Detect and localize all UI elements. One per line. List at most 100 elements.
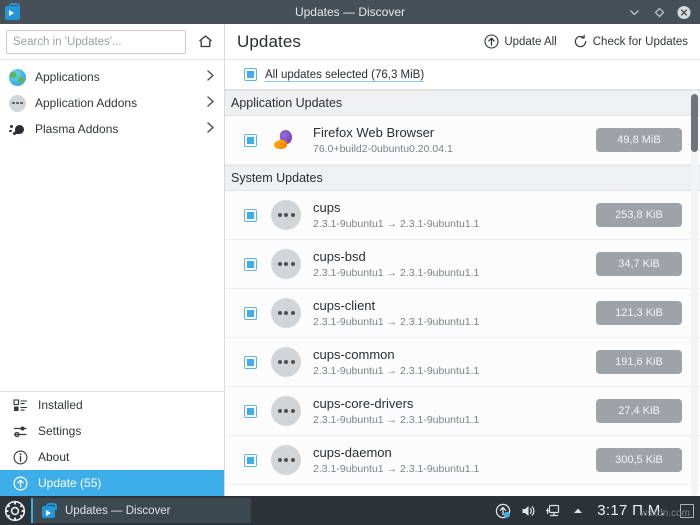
select-all-bar: All updates selected (76,3 MiB)	[225, 60, 700, 90]
updates-scroll-area[interactable]: Application Updates Firefox Web Browser …	[225, 90, 700, 496]
row-title: cups	[313, 199, 341, 215]
sidebar-item-settings[interactable]: Settings	[0, 418, 224, 444]
sidebar-item-label: Installed	[38, 398, 83, 412]
minimize-button[interactable]	[627, 5, 641, 19]
status-badge: 300,5 KiB	[596, 448, 682, 472]
status-badge: 27,4 KiB	[596, 399, 682, 423]
sidebar-item-label: About	[38, 450, 70, 464]
show-hidden-arrow-icon[interactable]	[570, 503, 586, 519]
select-all-label[interactable]: All updates selected (76,3 MiB)	[265, 69, 424, 81]
sidebar-item-applications[interactable]: Applications	[0, 64, 224, 90]
status-badge: 121,3 KiB	[596, 301, 682, 325]
row-text: cups-common 2.3.1-9ubuntu1 → 2.3.1-9ubun…	[313, 346, 596, 379]
package-icon	[271, 200, 301, 230]
vertical-scrollbar[interactable]	[691, 90, 698, 496]
dots-circle-icon	[9, 94, 26, 112]
table-row[interactable]: cups 2.3.1-9ubuntu1 → 2.3.1-9ubuntu1.1 2…	[225, 191, 700, 240]
row-checkbox[interactable]	[244, 133, 257, 147]
sidebar: Applications Application Addons	[0, 24, 225, 496]
package-icon	[271, 396, 301, 426]
sidebar-item-label: Plasma Addons	[35, 122, 119, 136]
scrollbar-thumb[interactable]	[691, 94, 698, 152]
main-header: Updates Update All Check for Updates	[225, 24, 700, 60]
status-badge: 191,6 KiB	[596, 350, 682, 374]
updates-tray-icon[interactable]	[495, 503, 511, 519]
status-badge: 253,8 KiB	[596, 203, 682, 227]
package-icon	[271, 249, 301, 279]
row-title: cups-core-drivers	[313, 395, 414, 411]
row-title: cups-daemon	[313, 444, 392, 460]
table-row[interactable]: cups-core-drivers 2.3.1-9ubuntu1 → 2.3.1…	[225, 387, 700, 436]
refresh-icon	[573, 34, 588, 49]
kde-gear-icon[interactable]	[2, 498, 27, 523]
search-input[interactable]	[6, 29, 186, 54]
sidebar-item-about[interactable]: About	[0, 444, 224, 470]
firefox-icon	[271, 125, 301, 155]
window-body: Applications Application Addons	[0, 24, 700, 496]
check-for-updates-label: Check for Updates	[592, 35, 688, 48]
row-checkbox[interactable]	[244, 306, 257, 320]
row-text: cups-client 2.3.1-9ubuntu1 → 2.3.1-9ubun…	[313, 297, 596, 330]
row-checkbox[interactable]	[244, 404, 257, 418]
window-titlebar: Updates — Discover	[0, 0, 700, 24]
sidebar-item-label: Update (55)	[38, 476, 102, 490]
sidebar-item-application-addons[interactable]: Application Addons	[0, 90, 224, 116]
row-checkbox[interactable]	[244, 208, 257, 222]
home-icon[interactable]	[192, 29, 218, 55]
sidebar-item-installed[interactable]: Installed	[0, 392, 224, 418]
close-button[interactable]	[677, 5, 691, 19]
row-version: 2.3.1-9ubuntu1 → 2.3.1-9ubuntu1.1	[313, 217, 480, 230]
plasma-icon	[9, 121, 26, 138]
table-row[interactable]: cups-bsd 2.3.1-9ubuntu1 → 2.3.1-9ubuntu1…	[225, 240, 700, 289]
sidebar-item-label: Applications	[35, 70, 100, 84]
up-arrow-circle-icon	[484, 34, 499, 49]
package-icon	[271, 445, 301, 475]
discover-window: Updates — Discover Search in 'Updates'..…	[0, 0, 700, 496]
taskbar-task-discover[interactable]: Updates — Discover	[31, 498, 251, 523]
update-all-label: Update All	[504, 35, 557, 48]
row-version: 2.3.1-9ubuntu1 → 2.3.1-9ubuntu1.1	[313, 462, 480, 475]
row-checkbox[interactable]	[244, 355, 257, 369]
row-title: cups-common	[313, 346, 395, 362]
show-desktop-icon[interactable]	[680, 503, 694, 518]
row-title: cups-client	[313, 297, 376, 313]
row-title: cups-bsd	[313, 248, 366, 264]
sidebar-nav-list: Applications Application Addons Plasma A…	[0, 60, 224, 142]
update-all-button[interactable]: Update All	[481, 32, 559, 51]
globe-icon	[9, 68, 26, 86]
row-version: 2.3.1-9ubuntu1 → 2.3.1-9ubuntu1.1	[313, 413, 480, 426]
row-version: 2.3.1-9ubuntu1 → 2.3.1-9ubuntu1.1	[313, 315, 480, 328]
update-arrow-icon	[12, 475, 28, 491]
sidebar-item-label: Settings	[38, 424, 82, 438]
select-all-checkbox[interactable]	[244, 68, 257, 81]
chevron-right-icon	[205, 121, 216, 137]
taskbar: Updates — Discover 3:17 Π.Μ. wsxdn.com	[0, 496, 700, 525]
window-title: Updates — Discover	[294, 5, 406, 19]
table-row[interactable]: cups-common 2.3.1-9ubuntu1 → 2.3.1-9ubun…	[225, 338, 700, 387]
chevron-right-icon	[205, 95, 216, 111]
row-checkbox[interactable]	[244, 453, 257, 467]
row-version: 76.0+build2-0ubuntu0.20.04.1	[313, 142, 453, 155]
network-icon[interactable]	[545, 503, 561, 519]
discover-bag-icon	[41, 502, 57, 519]
system-tray: 3:17 Π.Μ.	[495, 502, 694, 519]
row-text: cups 2.3.1-9ubuntu1 → 2.3.1-9ubuntu1.1	[313, 199, 596, 232]
section-header-system-updates: System Updates	[225, 165, 700, 191]
check-for-updates-button[interactable]: Check for Updates	[570, 32, 691, 51]
table-row[interactable]: cups-daemon 2.3.1-9ubuntu1 → 2.3.1-9ubun…	[225, 436, 700, 485]
sidebar-item-plasma-addons[interactable]: Plasma Addons	[0, 116, 224, 142]
main-content: Updates Update All Check for Updates All…	[225, 24, 700, 496]
row-title: Firefox Web Browser	[313, 124, 435, 140]
taskbar-task-label: Updates — Discover	[65, 504, 171, 517]
table-row[interactable]: Firefox Web Browser 76.0+build2-0ubuntu0…	[225, 116, 700, 165]
row-text: cups-bsd 2.3.1-9ubuntu1 → 2.3.1-9ubuntu1…	[313, 248, 596, 281]
section-header-application-updates: Application Updates	[225, 90, 700, 116]
volume-icon[interactable]	[520, 503, 536, 519]
maximize-button[interactable]	[652, 5, 666, 19]
row-checkbox[interactable]	[244, 257, 257, 271]
table-row[interactable]: cups-client 2.3.1-9ubuntu1 → 2.3.1-9ubun…	[225, 289, 700, 338]
clock[interactable]: 3:17 Π.Μ.	[597, 502, 665, 519]
row-version: 2.3.1-9ubuntu1 → 2.3.1-9ubuntu1.1	[313, 266, 480, 279]
sidebar-item-update[interactable]: Update (55)	[0, 470, 224, 496]
